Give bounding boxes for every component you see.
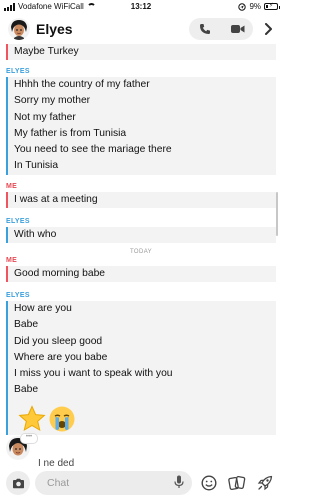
chat-screen: Vodafone WiFiCall 13:12 9% ⚡ Elyes Maybe… <box>0 0 282 500</box>
message-list[interactable]: Maybe Turkey ELYES Hhhh the country of m… <box>0 44 282 466</box>
bitmoji-avatar[interactable] <box>8 18 30 40</box>
message-text: Babe <box>14 319 39 331</box>
location-icon <box>238 2 247 11</box>
smile-icon <box>201 475 217 491</box>
message-text: Did you sleep good <box>14 335 103 347</box>
message-text: I miss you i want to speak with you <box>14 368 173 380</box>
camera-icon <box>12 478 24 488</box>
video-icon <box>231 25 245 33</box>
battery-icon: ⚡ <box>264 3 280 10</box>
message-bubble[interactable]: With who <box>6 227 276 244</box>
message-group-me: ME I was at a meeting <box>6 183 276 209</box>
chat-input-field[interactable] <box>35 471 192 495</box>
phone-icon <box>200 24 210 34</box>
sender-label: ME <box>6 257 18 264</box>
chat-input[interactable] <box>45 471 169 495</box>
message-group-elyes: ELYES How are you Babe Did you sleep goo… <box>6 292 276 435</box>
message-group-elyes: ELYES Hhhh the country of my father Sorr… <box>6 68 276 175</box>
camera-button[interactable] <box>6 471 30 495</box>
message-bubble[interactable]: I was at a meeting <box>6 192 276 209</box>
message-bubble[interactable]: Hhhh the country of my father Sorry my m… <box>6 77 276 175</box>
message-text: Sorry my mother <box>14 95 91 107</box>
chat-title[interactable]: Elyes <box>36 21 73 37</box>
emoji-message[interactable] <box>18 405 76 433</box>
smile-button[interactable] <box>200 474 218 492</box>
message-text: How are you <box>14 303 72 314</box>
cards-button[interactable] <box>228 474 246 492</box>
message-bubble[interactable]: Maybe Turkey <box>6 44 276 61</box>
status-bar: Vodafone WiFiCall 13:12 9% ⚡ <box>0 0 282 14</box>
battery-percent: 9% <box>249 2 261 11</box>
cards-icon <box>228 475 246 491</box>
scrollbar-thumb[interactable] <box>276 192 278 236</box>
message-text: Not my father <box>14 111 76 123</box>
message-text: With who <box>14 229 57 240</box>
video-button[interactable] <box>226 19 250 39</box>
message-bubble[interactable]: Good morning babe <box>6 266 276 283</box>
message-group-me: ME Good morning babe <box>6 257 276 283</box>
message-group-elyes: ELYES With who <box>6 218 276 244</box>
message-text: Good morning babe <box>14 268 106 279</box>
rocket-icon <box>257 475 273 491</box>
rocket-button[interactable] <box>256 474 274 492</box>
message-text: I was at a meeting <box>14 194 98 205</box>
star-emoji <box>18 405 46 432</box>
message-text: You need to see the mariage there <box>14 144 172 156</box>
chat-header: Elyes <box>0 14 282 44</box>
message-bubble[interactable]: How are you Babe Did you sleep good Wher… <box>6 301 276 435</box>
message-group-me: Maybe Turkey <box>6 44 276 61</box>
sender-label: ELYES <box>6 218 30 225</box>
date-divider: TODAY <box>129 249 153 255</box>
status-right: 9% ⚡ <box>238 2 280 11</box>
more-button[interactable] <box>256 19 280 39</box>
message-text: Hhhh the country of my father <box>14 79 150 90</box>
message-text: In Tunisia <box>14 160 59 172</box>
message-text: My father is from Tunisia <box>14 127 127 139</box>
chat-input-bar <box>0 466 282 500</box>
phone-button[interactable] <box>193 19 217 39</box>
message-text: Babe <box>14 384 39 396</box>
message-text: Where are you babe <box>14 351 108 363</box>
crying-face-emoji <box>49 406 75 432</box>
chevron-right-icon <box>264 23 272 35</box>
message-text: Maybe Turkey <box>14 46 79 57</box>
microphone-icon[interactable] <box>174 475 184 489</box>
sender-label: ELYES <box>6 292 30 299</box>
sender-label: ELYES <box>6 68 30 75</box>
typing-indicator: ••• <box>20 433 38 444</box>
sender-label: ME <box>6 183 18 190</box>
